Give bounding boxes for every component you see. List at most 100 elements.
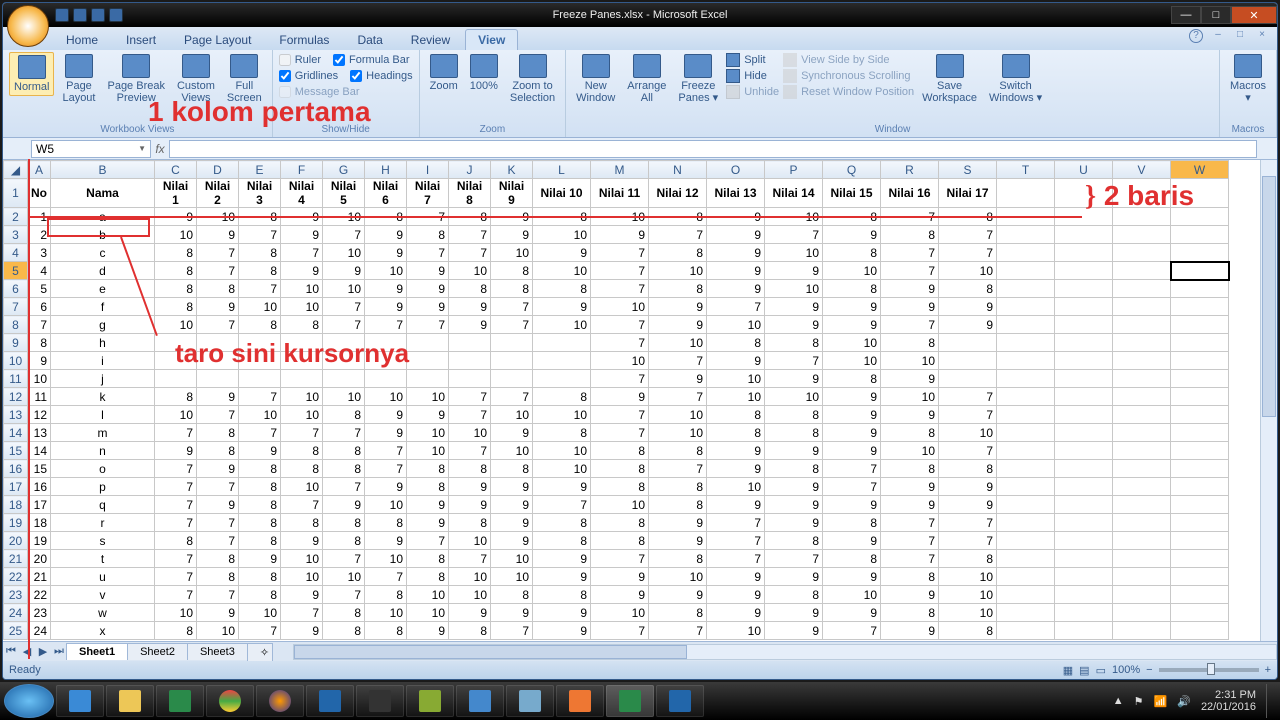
- maximize-button[interactable]: □: [1201, 6, 1231, 24]
- col-header-I[interactable]: I: [407, 161, 449, 179]
- task-explorer[interactable]: [106, 685, 154, 717]
- minimize-button[interactable]: —: [1171, 6, 1201, 24]
- close-workbook-icon[interactable]: ×: [1255, 29, 1269, 43]
- message-bar-checkbox[interactable]: Message Bar: [279, 84, 360, 100]
- task-app6[interactable]: [506, 685, 554, 717]
- dropdown-icon[interactable]: ▼: [138, 144, 146, 153]
- quick-access-toolbar[interactable]: [55, 8, 123, 22]
- col-header-S[interactable]: S: [939, 161, 997, 179]
- office-button[interactable]: [7, 5, 49, 47]
- qat-save-icon[interactable]: [55, 8, 69, 22]
- arrange-all-button[interactable]: Arrange All: [623, 52, 670, 106]
- task-app7[interactable]: [556, 685, 604, 717]
- task-app1[interactable]: [156, 685, 204, 717]
- worksheet-grid[interactable]: ◢ABCDEFGHIJKLMNOPQRSTUVW1NoNamaNilai 1Ni…: [3, 160, 1277, 641]
- task-app4[interactable]: [406, 685, 454, 717]
- zoom-in-button[interactable]: +: [1265, 664, 1271, 676]
- switch-windows-button[interactable]: Switch Windows ▾: [985, 52, 1046, 106]
- zoom-100-button[interactable]: 100%: [466, 52, 502, 94]
- help-icon[interactable]: ?: [1189, 29, 1203, 43]
- prev-sheet-button[interactable]: ◀: [19, 645, 35, 658]
- macros-button[interactable]: Macros ▾: [1226, 52, 1270, 106]
- tab-page-layout[interactable]: Page Layout: [171, 29, 264, 50]
- col-header-U[interactable]: U: [1055, 161, 1113, 179]
- close-button[interactable]: ✕: [1231, 6, 1277, 24]
- col-header-V[interactable]: V: [1113, 161, 1171, 179]
- task-app8[interactable]: [656, 685, 704, 717]
- zoom-out-button[interactable]: −: [1146, 664, 1152, 676]
- task-app3[interactable]: [356, 685, 404, 717]
- formula-bar[interactable]: [169, 140, 1257, 158]
- freeze-panes-button[interactable]: Freeze Panes ▾: [674, 52, 722, 106]
- qat-redo-icon[interactable]: [91, 8, 105, 22]
- normal-view-button[interactable]: Normal: [9, 52, 54, 96]
- vertical-scrollbar[interactable]: [1260, 160, 1277, 641]
- zoom-slider[interactable]: [1159, 668, 1259, 672]
- col-header-A[interactable]: A: [28, 161, 51, 179]
- page-layout-button[interactable]: Page Layout: [58, 52, 99, 106]
- view-page-icon[interactable]: ▤: [1079, 664, 1089, 677]
- clock-time[interactable]: 2:31 PM: [1201, 689, 1256, 701]
- col-header-P[interactable]: P: [765, 161, 823, 179]
- col-header-K[interactable]: K: [491, 161, 533, 179]
- sheet-tab-2[interactable]: Sheet2: [127, 643, 188, 660]
- tray-up-icon[interactable]: ▲: [1113, 695, 1124, 707]
- full-screen-button[interactable]: Full Screen: [223, 52, 266, 106]
- col-header-M[interactable]: M: [591, 161, 649, 179]
- col-header-N[interactable]: N: [649, 161, 707, 179]
- ruler-checkbox[interactable]: Ruler: [279, 52, 321, 68]
- formula-bar-checkbox[interactable]: Formula Bar: [333, 52, 410, 68]
- save-workspace-button[interactable]: Save Workspace: [918, 52, 981, 106]
- tab-formulas[interactable]: Formulas: [266, 29, 342, 50]
- zoom-level[interactable]: 100%: [1112, 664, 1140, 676]
- gridlines-checkbox[interactable]: Gridlines: [279, 68, 338, 84]
- task-excel[interactable]: [606, 685, 654, 717]
- tray-network-icon[interactable]: 📶: [1154, 695, 1168, 708]
- zoom-button[interactable]: Zoom: [426, 52, 462, 94]
- view-normal-icon[interactable]: ▦: [1063, 664, 1073, 677]
- hide-button[interactable]: Hide: [726, 68, 779, 84]
- task-ie[interactable]: [56, 685, 104, 717]
- col-header-G[interactable]: G: [323, 161, 365, 179]
- col-header-H[interactable]: H: [365, 161, 407, 179]
- task-app5[interactable]: [456, 685, 504, 717]
- next-sheet-button[interactable]: ▶: [35, 645, 51, 658]
- tray-sound-icon[interactable]: 🔊: [1177, 695, 1191, 708]
- view-break-icon[interactable]: ▭: [1096, 664, 1106, 677]
- clock-date[interactable]: 22/01/2016: [1201, 701, 1256, 713]
- name-box[interactable]: W5▼: [31, 140, 151, 158]
- tab-review[interactable]: Review: [398, 29, 463, 50]
- last-sheet-button[interactable]: ⏭: [51, 645, 67, 658]
- restore-window-icon[interactable]: □: [1233, 29, 1247, 43]
- col-header-O[interactable]: O: [707, 161, 765, 179]
- headings-checkbox[interactable]: Headings: [350, 68, 412, 84]
- col-header-W[interactable]: W: [1171, 161, 1229, 179]
- minimize-ribbon-icon[interactable]: –: [1211, 29, 1225, 43]
- col-header-D[interactable]: D: [197, 161, 239, 179]
- col-header-R[interactable]: R: [881, 161, 939, 179]
- qat-undo-icon[interactable]: [73, 8, 87, 22]
- sheet-tab-1[interactable]: Sheet1: [66, 643, 128, 660]
- task-app2[interactable]: [306, 685, 354, 717]
- horizontal-scrollbar[interactable]: [293, 644, 1277, 660]
- show-desktop-button[interactable]: [1266, 684, 1276, 718]
- page-break-preview-button[interactable]: Page Break Preview: [103, 52, 168, 106]
- col-header-L[interactable]: L: [533, 161, 591, 179]
- col-header-C[interactable]: C: [155, 161, 197, 179]
- tab-view[interactable]: View: [465, 29, 518, 50]
- col-header-B[interactable]: B: [51, 161, 155, 179]
- col-header-F[interactable]: F: [281, 161, 323, 179]
- col-header-Q[interactable]: Q: [823, 161, 881, 179]
- task-firefox[interactable]: [256, 685, 304, 717]
- split-button[interactable]: Split: [726, 52, 779, 68]
- fx-icon[interactable]: fx: [151, 142, 169, 156]
- start-button[interactable]: [4, 684, 54, 718]
- new-sheet-button[interactable]: ✧: [247, 643, 273, 661]
- qat-print-icon[interactable]: [109, 8, 123, 22]
- custom-views-button[interactable]: Custom Views: [173, 52, 219, 106]
- tray-flag-icon[interactable]: ⚑: [1134, 695, 1144, 708]
- sheet-tab-3[interactable]: Sheet3: [187, 643, 248, 660]
- unhide-button[interactable]: Unhide: [726, 84, 779, 100]
- tab-data[interactable]: Data: [344, 29, 395, 50]
- col-header-T[interactable]: T: [997, 161, 1055, 179]
